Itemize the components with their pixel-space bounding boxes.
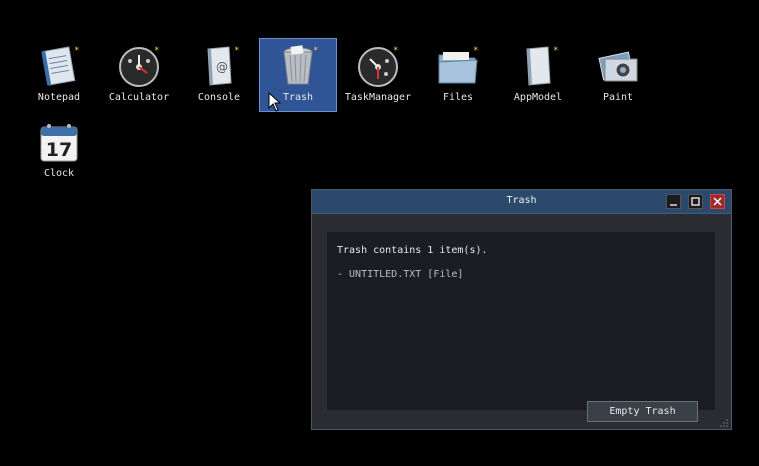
svg-text:*: * xyxy=(393,46,398,56)
calendar-icon: 17 xyxy=(40,124,78,162)
mouse-cursor-icon xyxy=(268,92,282,112)
desktop-icon-console[interactable]: @ * Console xyxy=(180,38,258,112)
trash-item[interactable]: - UNTITLED.TXT [File] xyxy=(337,269,463,280)
maximize-icon xyxy=(691,197,700,206)
calendar-day: 17 xyxy=(46,139,72,161)
console-icon: @ * xyxy=(207,46,239,86)
empty-trash-button[interactable]: Empty Trash xyxy=(587,401,698,422)
desktop-icon-appmodel[interactable]: * AppModel xyxy=(499,38,577,112)
desktop-icon-taskmanager[interactable]: * TaskManager xyxy=(339,38,417,112)
notepad-icon: * xyxy=(41,46,79,86)
maximize-button[interactable] xyxy=(688,194,703,209)
minimize-button[interactable] xyxy=(666,194,681,209)
desktop-icon-files[interactable]: * Files xyxy=(419,38,497,112)
folder-icon: * xyxy=(438,46,478,84)
close-icon xyxy=(713,197,722,206)
trash-icon: * xyxy=(283,45,318,85)
trash-window: Trash Trash contains 1 item(s). - UNTITL… xyxy=(311,189,732,430)
svg-text:*: * xyxy=(553,46,558,56)
desktop-icon-label: Console xyxy=(197,92,241,103)
trash-summary: Trash contains 1 item(s). xyxy=(337,245,488,256)
svg-text:*: * xyxy=(234,46,239,56)
svg-text:@: @ xyxy=(216,60,228,74)
desktop-icon-calculator[interactable]: * Calculator xyxy=(100,38,178,112)
close-button[interactable] xyxy=(710,194,725,209)
calculator-icon: * xyxy=(119,46,159,87)
svg-text:*: * xyxy=(473,46,478,56)
minimize-icon xyxy=(670,204,677,206)
svg-text:*: * xyxy=(154,46,159,56)
desktop-icon-notepad[interactable]: * Notepad xyxy=(20,38,98,112)
desktop-icon-label: Paint xyxy=(602,92,634,103)
svg-text:*: * xyxy=(313,46,318,56)
trash-content-panel: Trash contains 1 item(s). - UNTITLED.TXT… xyxy=(327,232,715,410)
resize-grip-icon[interactable] xyxy=(720,418,729,427)
desktop-icon-label: Files xyxy=(442,92,474,103)
appmodel-icon: * xyxy=(526,46,558,86)
desktop-icon-label: Notepad xyxy=(37,92,81,103)
desktop-icon-paint[interactable]: Paint xyxy=(579,38,657,112)
desktop-icon-clock[interactable]: 17 Clock xyxy=(20,114,98,188)
taskmanager-icon: * xyxy=(358,46,398,87)
desktop-icon-label: AppModel xyxy=(513,92,563,103)
svg-text:*: * xyxy=(74,46,79,56)
desktop-icon-label: Clock xyxy=(43,168,75,179)
paint-icon xyxy=(598,51,638,82)
window-titlebar[interactable]: Trash xyxy=(312,190,731,214)
desktop-icon-label: TaskManager xyxy=(344,92,412,103)
desktop-icon-label: Calculator xyxy=(108,92,170,103)
